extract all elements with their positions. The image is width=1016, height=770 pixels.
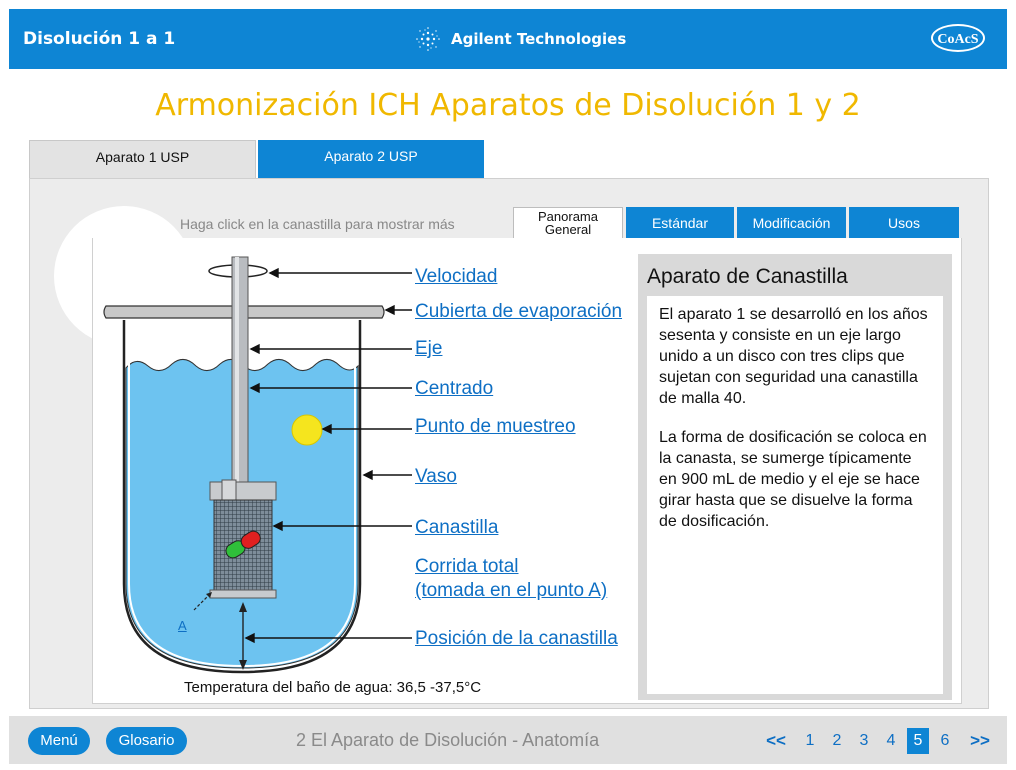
- next-page-button[interactable]: >>: [965, 728, 995, 754]
- tab-aparato-1[interactable]: Aparato 1 USP: [29, 140, 256, 178]
- page-6[interactable]: 6: [934, 728, 956, 754]
- temperature-label: Temperatura del baño de agua: 36,5 -37,5…: [184, 679, 482, 696]
- label-eje[interactable]: Eje: [415, 338, 442, 360]
- brand-name: Agilent Technologies: [451, 30, 627, 48]
- subtab-modificacion[interactable]: Modificación: [737, 207, 846, 238]
- agilent-spark-icon: [416, 27, 440, 51]
- label-corrida-total[interactable]: Corrida total: [415, 556, 519, 578]
- label-corrida-total-punto-a[interactable]: (tomada en el punto A): [415, 580, 607, 602]
- top-bar: Disolución 1 a 1 Agilent Technologies Co…: [9, 9, 1007, 69]
- page-4[interactable]: 4: [880, 728, 902, 754]
- label-centrado[interactable]: Centrado: [415, 378, 493, 400]
- page-3[interactable]: 3: [853, 728, 875, 754]
- glosario-button[interactable]: Glosario: [106, 727, 187, 755]
- label-posicion-canastilla[interactable]: Posición de la canastilla: [415, 628, 618, 650]
- hint-text: Haga click en la canastilla para mostrar…: [180, 216, 455, 232]
- subtab-usos[interactable]: Usos: [849, 207, 959, 238]
- basket-top: [209, 481, 277, 501]
- bottom-bar: Menú Glosario 2 El Aparato de Disolución…: [9, 716, 1007, 764]
- menu-button[interactable]: Menú: [28, 727, 90, 755]
- coacs-logo: CoAcS: [931, 24, 985, 52]
- subtab-estandar[interactable]: Estándar: [626, 207, 734, 238]
- page-1[interactable]: 1: [799, 728, 821, 754]
- panel-body: El aparato 1 se desarrolló en los años s…: [647, 296, 943, 694]
- brand-logo: Agilent Technologies: [413, 23, 626, 55]
- page-2[interactable]: 2: [826, 728, 848, 754]
- sampling-point: [291, 414, 323, 446]
- info-panel: Aparato de Canastilla El aparato 1 se de…: [638, 254, 952, 700]
- label-punto-muestreo[interactable]: Punto de muestreo: [415, 416, 576, 438]
- panel-paragraph-1: El aparato 1 se desarrolló en los años s…: [659, 306, 928, 407]
- shaft: [231, 256, 249, 483]
- app-title: Disolución 1 a 1: [23, 29, 176, 49]
- panel-paragraph-2: La forma de dosificación se coloca en la…: [659, 429, 927, 530]
- subtab-panorama-general[interactable]: Panorama General: [513, 207, 623, 238]
- label-canastilla[interactable]: Canastilla: [415, 517, 498, 539]
- label-velocidad[interactable]: Velocidad: [415, 266, 497, 288]
- tab-aparato-2[interactable]: Aparato 2 USP: [258, 140, 484, 178]
- label-vaso[interactable]: Vaso: [415, 466, 457, 488]
- prev-page-button[interactable]: <<: [761, 728, 791, 754]
- page-5-current[interactable]: 5: [907, 728, 929, 754]
- label-cubierta[interactable]: Cubierta de evaporación: [415, 301, 622, 323]
- label-point-a[interactable]: A: [178, 618, 187, 633]
- section-title: 2 El Aparato de Disolución - Anatomía: [296, 730, 600, 750]
- page-title: Armonización ICH Aparatos de Disolución …: [155, 88, 861, 123]
- panel-title: Aparato de Canastilla: [647, 265, 848, 288]
